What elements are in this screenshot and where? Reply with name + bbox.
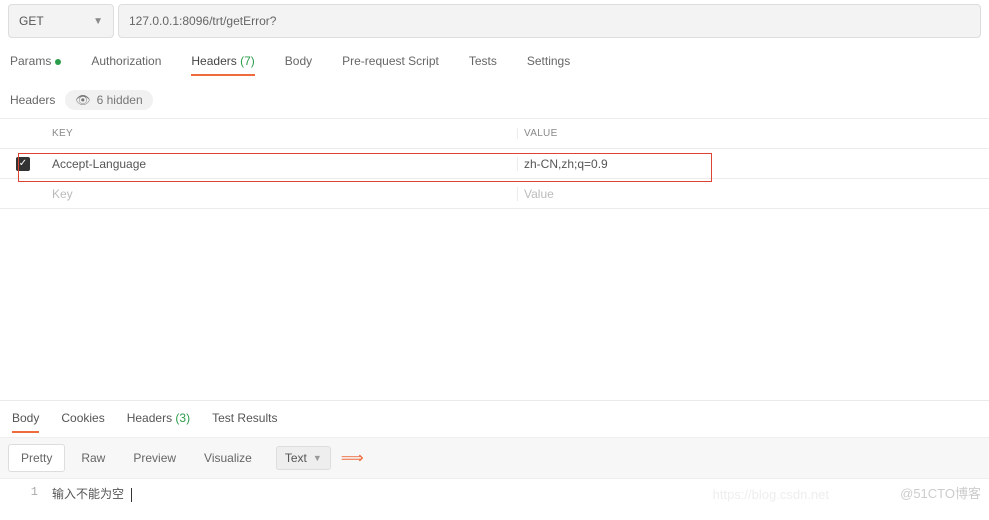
eye-icon: 👁 [75,93,90,107]
url-value: 127.0.0.1:8096/trt/getError? [129,14,276,28]
response-body-text[interactable]: 输入不能为空 [52,485,132,502]
tab-settings[interactable]: Settings [527,54,570,76]
tab-headers[interactable]: Headers (7) [191,54,254,76]
tab-tests[interactable]: Tests [469,54,497,76]
wrap-lines-icon[interactable]: ⟹ [341,448,364,468]
tab-authorization[interactable]: Authorization [91,54,161,76]
row-checkbox[interactable]: ✓ [16,157,30,171]
header-key-input[interactable]: Accept-Language [46,157,518,171]
headers-title: Headers [10,93,55,107]
http-method-select[interactable]: GET ▼ [8,4,114,38]
headers-table: Key Value ✓ Accept-Language zh-CN,zh;q=0… [0,118,989,209]
text-cursor [124,488,132,502]
header-key-placeholder[interactable]: Key [46,187,518,201]
resp-tab-headers[interactable]: Headers (3) [127,411,190,433]
hidden-headers-toggle[interactable]: 👁 6 hidden [65,90,152,110]
http-method-label: GET [19,14,44,28]
chevron-down-icon: ▼ [313,453,322,463]
header-value-placeholder[interactable]: Value [518,187,989,201]
col-key: Key [46,128,518,139]
resp-tab-cookies[interactable]: Cookies [61,411,104,433]
view-visualize[interactable]: Visualize [192,445,264,471]
url-input[interactable]: 127.0.0.1:8096/trt/getError? [118,4,981,38]
resp-tab-tests[interactable]: Test Results [212,411,277,433]
table-row-empty[interactable]: Key Value [0,179,989,209]
response-panel: Body Cookies Headers (3) Test Results Pr… [0,400,989,520]
dot-icon [55,59,61,65]
view-raw[interactable]: Raw [69,445,117,471]
view-pretty[interactable]: Pretty [8,444,65,472]
resp-tab-body[interactable]: Body [12,411,39,433]
content-type-select[interactable]: Text ▼ [276,446,331,470]
tab-body[interactable]: Body [285,54,312,76]
request-tabs: Params Authorization Headers (7) Body Pr… [0,38,989,80]
view-preview[interactable]: Preview [121,445,188,471]
chevron-down-icon: ▼ [93,16,103,27]
col-value: Value [518,128,989,139]
tab-prerequest[interactable]: Pre-request Script [342,54,439,76]
table-row[interactable]: ✓ Accept-Language zh-CN,zh;q=0.9 [0,149,989,179]
header-value-input[interactable]: zh-CN,zh;q=0.9 [518,157,989,171]
table-header: Key Value [0,119,989,149]
response-toolbar: Pretty Raw Preview Visualize Text ▼ ⟹ [0,437,989,479]
tab-params[interactable]: Params [10,54,61,76]
line-number: 1 [0,485,52,502]
